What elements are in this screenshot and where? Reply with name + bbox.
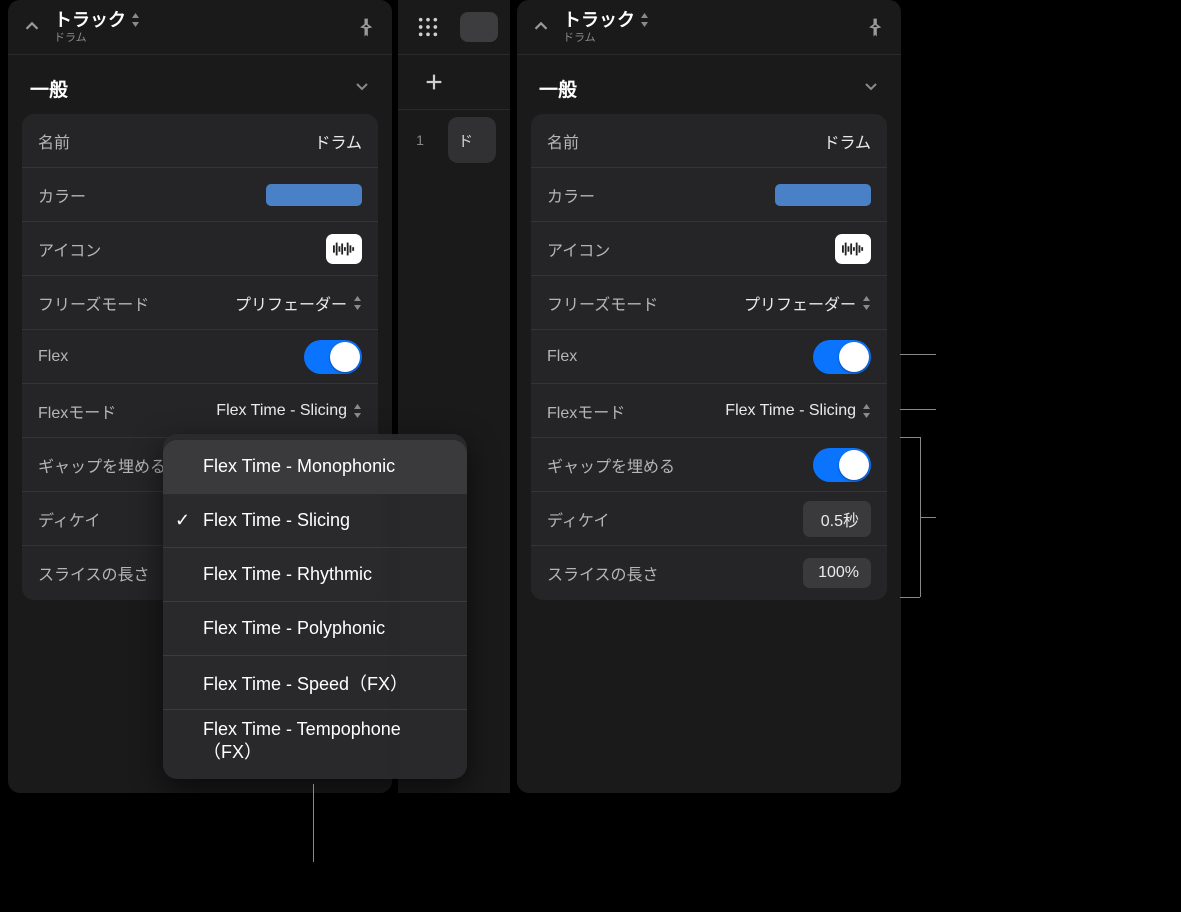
row-decay[interactable]: ディケイ 0.5秒: [531, 492, 887, 546]
row-label: Flexモード: [38, 399, 116, 423]
row-value: ドラム: [823, 129, 871, 153]
row-label: スライスの長さ: [38, 561, 150, 585]
row-flex: Flex: [22, 330, 378, 384]
menu-item-label: Flex Time - Monophonic: [203, 456, 395, 477]
row-label: アイコン: [547, 237, 610, 261]
track-icon[interactable]: [326, 234, 362, 264]
flex-mode-option[interactable]: Flex Time - Speed（FX）: [163, 656, 467, 710]
row-fill-gap: ギャップを埋める: [531, 438, 887, 492]
row-label: ディケイ: [38, 507, 101, 531]
color-swatch[interactable]: [775, 184, 871, 206]
row-label: フリーズモード: [547, 291, 658, 315]
track-row[interactable]: 1 ド: [398, 110, 510, 170]
row-value: Flex Time - Slicing: [725, 402, 856, 420]
section-title: 一般: [30, 75, 68, 102]
menu-item-label: Flex Time - Tempophone（FX）: [203, 718, 449, 765]
fill-gap-toggle[interactable]: [813, 448, 871, 482]
flex-mode-option[interactable]: ✓ Flex Time - Slicing: [163, 494, 467, 548]
flex-mode-option[interactable]: Flex Time - Polyphonic: [163, 602, 467, 656]
row-icon[interactable]: アイコン: [22, 222, 378, 276]
row-slice-length[interactable]: スライスの長さ 100%: [531, 546, 887, 600]
section-header[interactable]: 一般: [517, 55, 901, 114]
inspector-panel-right: トラック ドラム 一般 名前 ドラム カラー アイコン フリーズモード: [517, 0, 901, 793]
row-label: Flex: [38, 348, 68, 366]
menu-item-label: Flex Time - Rhythmic: [203, 564, 372, 585]
flex-mode-option[interactable]: Flex Time - Monophonic: [163, 440, 467, 494]
row-label: スライスの長さ: [547, 561, 659, 585]
updown-icon: [353, 404, 362, 418]
flex-mode-option[interactable]: Flex Time - Rhythmic: [163, 548, 467, 602]
row-label: ギャップを埋める: [547, 453, 675, 477]
row-label: Flexモード: [547, 399, 625, 423]
flex-toggle[interactable]: [813, 340, 871, 374]
panel-title[interactable]: トラック: [563, 10, 635, 31]
track-icon[interactable]: [835, 234, 871, 264]
row-value: Flex Time - Slicing: [216, 402, 347, 420]
callout-line: [900, 354, 936, 355]
menu-item-label: Flex Time - Speed（FX）: [203, 670, 408, 696]
back-arrow-icon[interactable]: [20, 15, 44, 39]
row-icon[interactable]: アイコン: [531, 222, 887, 276]
row-name[interactable]: 名前 ドラム: [22, 114, 378, 168]
menu-item-label: Flex Time - Slicing: [203, 510, 350, 531]
track-index: 1: [412, 132, 428, 148]
callout-line: [920, 517, 936, 518]
view-pill[interactable]: [460, 12, 498, 42]
panel-subtitle: ドラム: [54, 32, 354, 45]
track-chip[interactable]: ド: [448, 117, 496, 163]
updown-icon[interactable]: [639, 13, 649, 27]
row-flex: Flex: [531, 330, 887, 384]
row-label: 名前: [38, 129, 70, 153]
add-track-icon[interactable]: [420, 68, 448, 96]
panel-title[interactable]: トラック: [54, 10, 126, 31]
row-flex-mode[interactable]: Flexモード Flex Time - Slicing: [531, 384, 887, 438]
callout-line: [900, 409, 936, 410]
row-label: ディケイ: [547, 507, 610, 531]
slice-length-value[interactable]: 100%: [803, 558, 871, 588]
back-arrow-icon[interactable]: [529, 15, 553, 39]
row-label: 名前: [547, 129, 579, 153]
row-label: カラー: [547, 183, 595, 207]
menu-item-label: Flex Time - Polyphonic: [203, 618, 385, 639]
row-name[interactable]: 名前 ドラム: [531, 114, 887, 168]
row-label: ギャップを埋める: [38, 453, 166, 477]
checkmark-icon: ✓: [175, 510, 190, 531]
chevron-down-icon: [863, 78, 879, 100]
grid-icon[interactable]: [414, 13, 442, 41]
track-name-initial: ド: [458, 130, 473, 151]
row-value: プリフェーダー: [235, 291, 347, 315]
updown-icon: [862, 404, 871, 418]
row-color[interactable]: カラー: [531, 168, 887, 222]
chevron-down-icon: [354, 78, 370, 100]
flex-toggle[interactable]: [304, 340, 362, 374]
flex-mode-menu: Flex Time - Monophonic ✓ Flex Time - Slici…: [163, 434, 467, 779]
updown-icon[interactable]: [130, 13, 140, 27]
updown-icon: [862, 296, 871, 310]
callout-line: [900, 437, 920, 438]
callout-line: [313, 784, 314, 862]
panel-subtitle: ドラム: [563, 32, 863, 45]
flex-mode-option[interactable]: Flex Time - Tempophone（FX）: [163, 710, 467, 773]
row-freeze-mode[interactable]: フリーズモード プリフェーダー: [531, 276, 887, 330]
row-label: フリーズモード: [38, 291, 149, 315]
decay-value[interactable]: 0.5秒: [803, 501, 871, 537]
color-swatch[interactable]: [266, 184, 362, 206]
row-label: アイコン: [38, 237, 101, 261]
row-value: プリフェーダー: [744, 291, 856, 315]
pin-icon[interactable]: [863, 14, 889, 40]
row-color[interactable]: カラー: [22, 168, 378, 222]
row-label: Flex: [547, 348, 577, 366]
pin-icon[interactable]: [354, 14, 380, 40]
updown-icon: [353, 296, 362, 310]
callout-line: [900, 597, 920, 598]
row-label: カラー: [38, 183, 86, 207]
section-header[interactable]: 一般: [8, 55, 392, 114]
row-value: ドラム: [314, 129, 362, 153]
row-freeze-mode[interactable]: フリーズモード プリフェーダー: [22, 276, 378, 330]
section-title: 一般: [539, 75, 577, 102]
row-flex-mode[interactable]: Flexモード Flex Time - Slicing: [22, 384, 378, 438]
